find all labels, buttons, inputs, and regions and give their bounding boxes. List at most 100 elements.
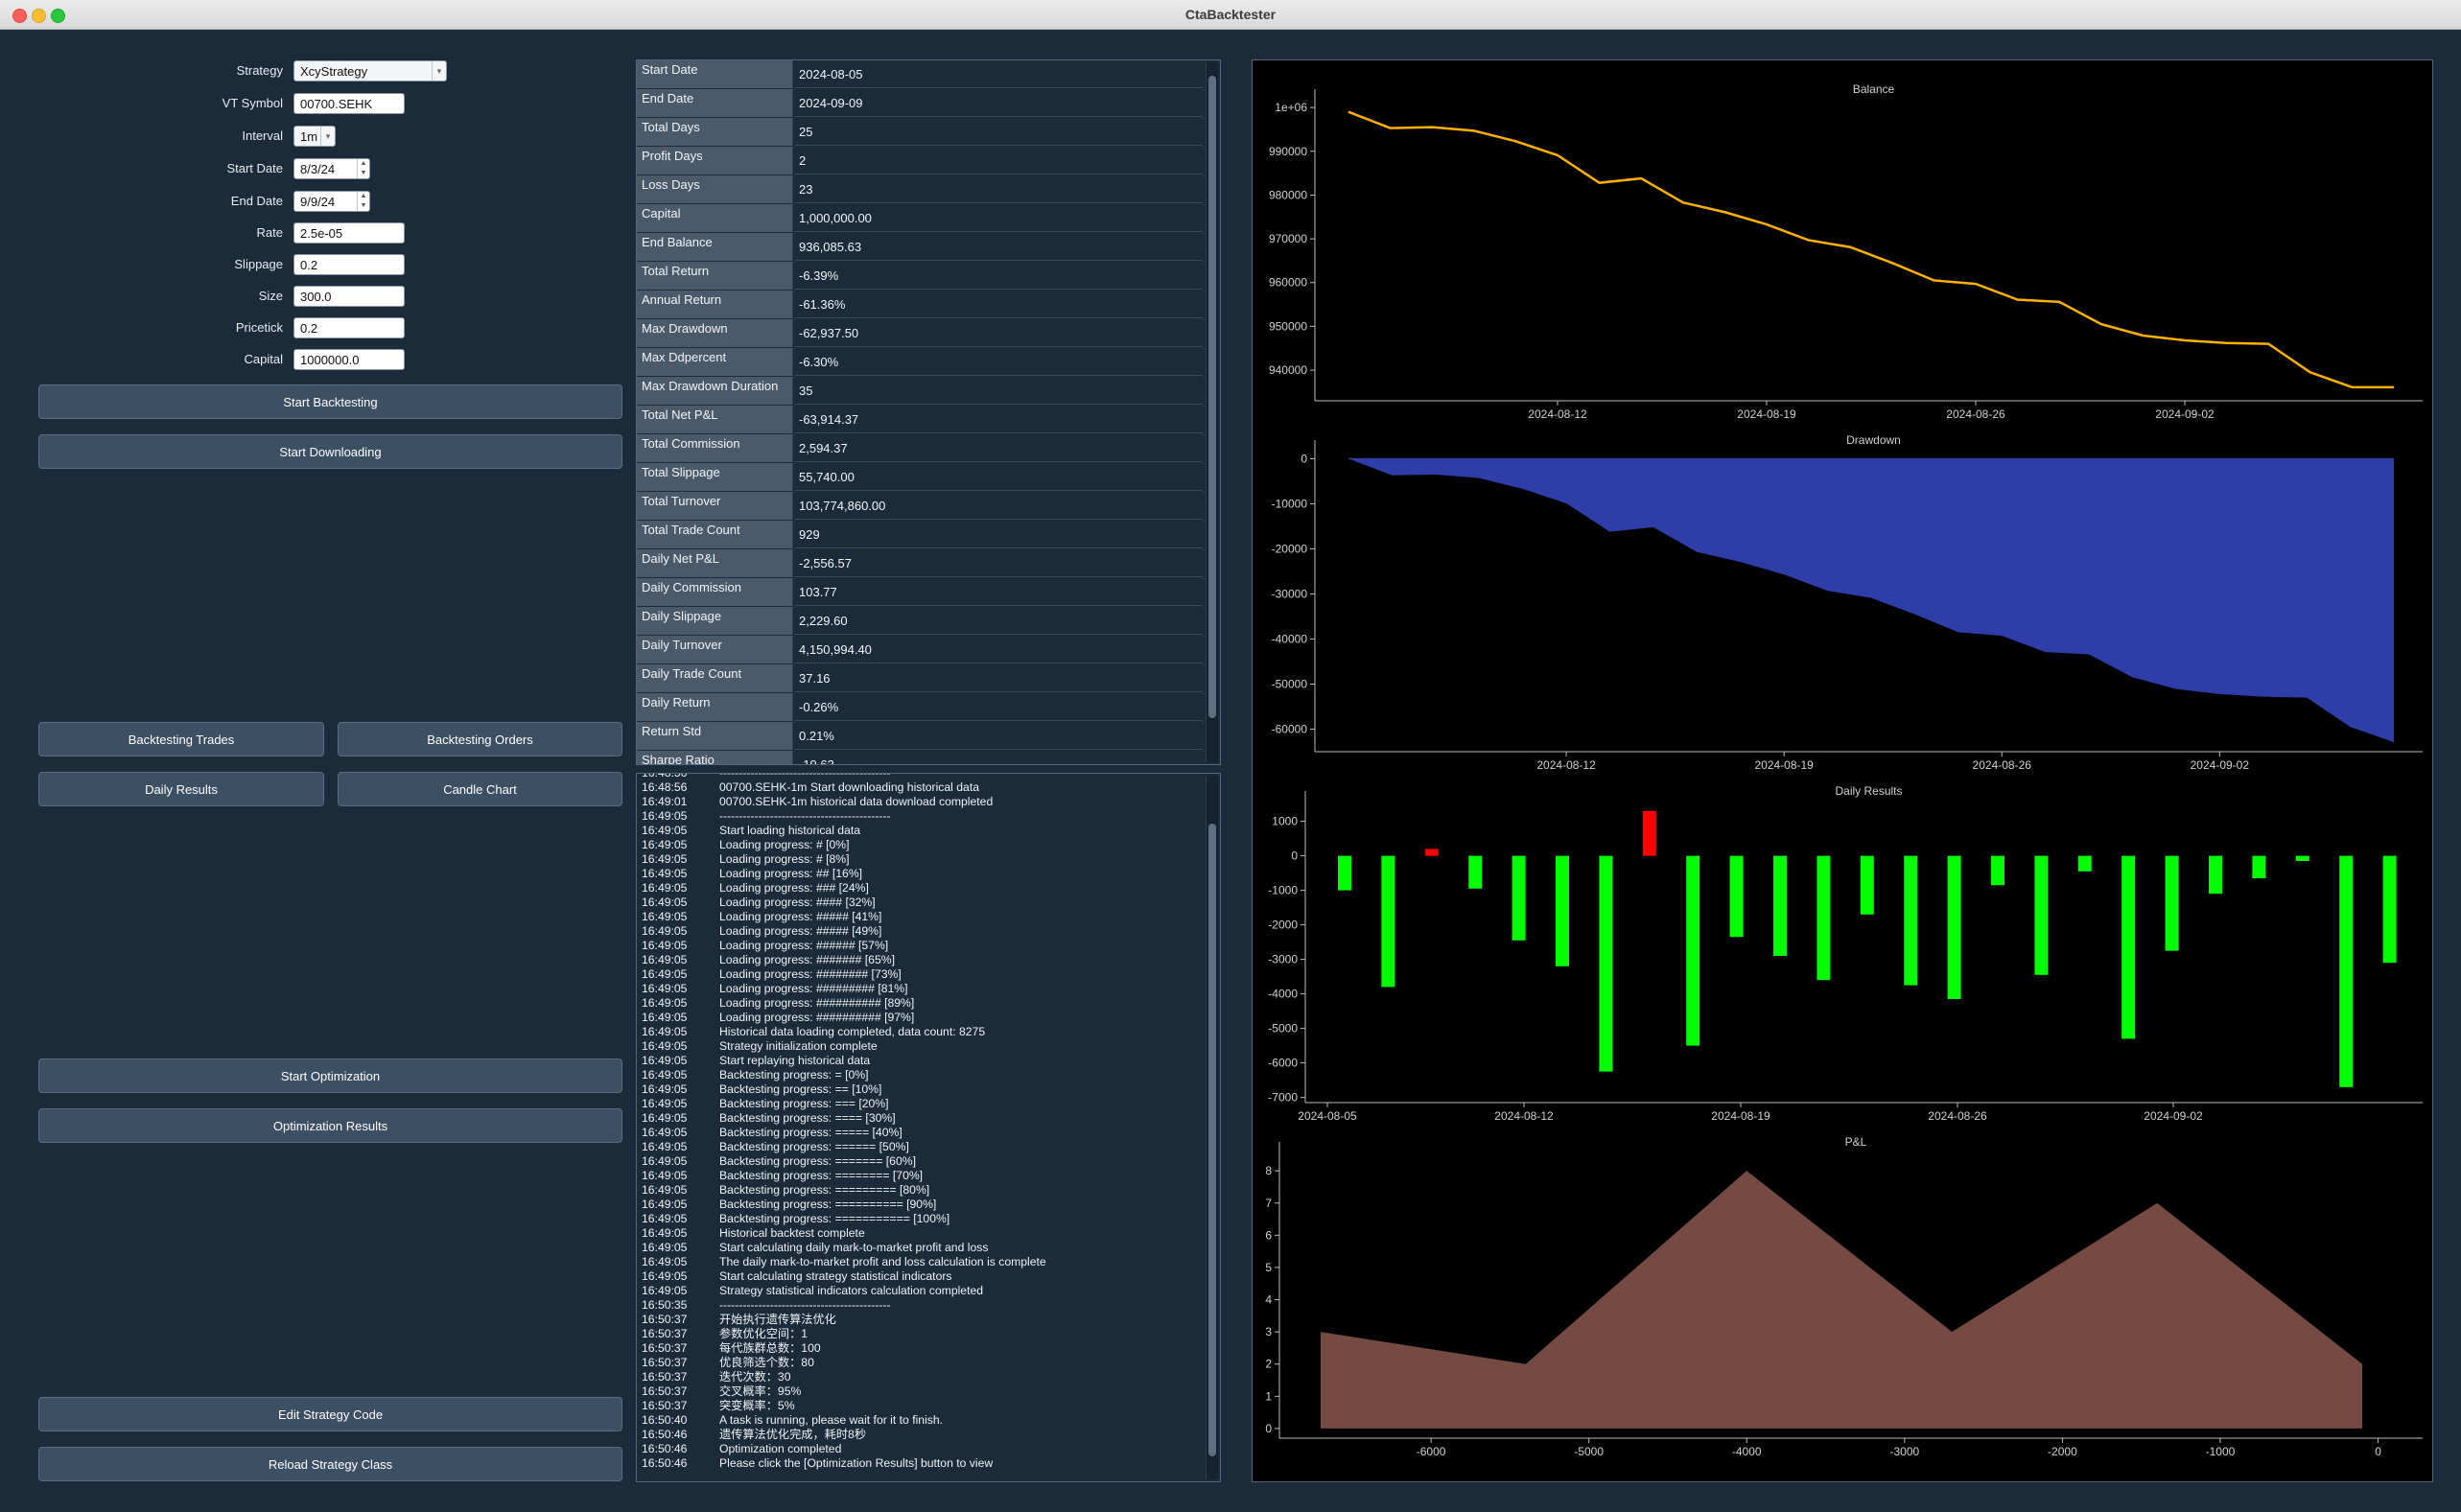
table-row[interactable]: Total Slippage 55,740.00 <box>637 463 1205 493</box>
log-message: ----------------------------------------… <box>719 809 891 823</box>
vt-symbol-input[interactable]: 00700.SEHK <box>293 93 405 114</box>
spin-arrows-icon[interactable]: ▲ ▼ <box>357 192 369 211</box>
start-downloading-button[interactable]: Start Downloading <box>38 434 622 469</box>
log-time: 16:49:05 <box>642 1255 688 1268</box>
table-row[interactable]: Capital 1,000,000.00 <box>637 204 1205 234</box>
interval-select[interactable]: 1m ▾ <box>293 126 336 147</box>
strategy-select[interactable]: XcyStrategy ▾ <box>293 60 447 81</box>
table-row[interactable]: Daily Turnover 4,150,994.40 <box>637 636 1205 665</box>
start-optimization-button[interactable]: Start Optimization <box>38 1058 622 1093</box>
table-row[interactable]: Daily Return -0.26% <box>637 693 1205 723</box>
log-message: ----------------------------------------… <box>719 773 891 779</box>
log-message: Backtesting progress: ====== [50%] <box>719 1140 909 1153</box>
table-row[interactable]: End Balance 936,085.63 <box>637 233 1205 263</box>
stat-value: 23 <box>795 175 1203 203</box>
slippage-input[interactable]: 0.2 <box>293 254 405 275</box>
reload-strategy-class-button[interactable]: Reload Strategy Class <box>38 1447 622 1481</box>
log-time: 16:50:35 <box>642 1298 688 1312</box>
table-row[interactable]: Return Std 0.21% <box>637 722 1205 752</box>
log-line: 16:50:37 参数优化空间：1 <box>642 1327 808 1341</box>
log-output[interactable]: 16:48:56 --------------------------------… <box>636 773 1221 1482</box>
log-line: 16:49:05 Backtesting progress: ====== [50… <box>642 1140 909 1154</box>
y-tick-label: -4000 <box>1268 988 1298 1001</box>
table-row[interactable]: Sharpe Ratio -19.63 <box>637 751 1205 764</box>
daily-results-button[interactable]: Daily Results <box>38 772 324 806</box>
x-tick-label: 2024-09-02 <box>2155 407 2215 421</box>
table-row[interactable]: Max Drawdown Duration 35 <box>637 377 1205 407</box>
table-row[interactable]: Daily Commission 103.77 <box>637 578 1205 608</box>
capital-input[interactable]: 1000000.0 <box>293 349 405 370</box>
pricetick-label: Pricetick <box>235 320 283 335</box>
table-row[interactable]: Total Days 25 <box>637 118 1205 148</box>
log-time: 16:49:05 <box>642 1269 688 1283</box>
statistics-scrollbar[interactable] <box>1206 62 1218 762</box>
table-row[interactable]: Max Ddpercent -6.30% <box>637 348 1205 378</box>
stat-key: Annual Return <box>637 291 793 318</box>
log-message: Loading progress: ####### [65%] <box>719 953 895 966</box>
candle-chart-button[interactable]: Candle Chart <box>338 772 622 806</box>
interval-label: Interval <box>242 128 283 143</box>
table-row[interactable]: Annual Return -61.36% <box>637 291 1205 320</box>
table-row[interactable]: Total Commission 2,594.37 <box>637 434 1205 464</box>
pricetick-input[interactable]: 0.2 <box>293 317 405 338</box>
table-row[interactable]: Total Turnover 103,774,860.00 <box>637 492 1205 522</box>
log-time: 16:49:05 <box>642 996 688 1010</box>
stat-value: 2,594.37 <box>795 434 1203 462</box>
log-message: Historical data loading completed, data … <box>719 1025 986 1038</box>
strategy-value: XcyStrategy <box>300 64 368 79</box>
stat-value: 0.21% <box>795 722 1203 750</box>
balance-point <box>2100 323 2102 325</box>
table-row[interactable]: Daily Trade Count 37.16 <box>637 664 1205 694</box>
backtesting-trades-button[interactable]: Backtesting Trades <box>38 722 324 756</box>
table-row[interactable]: Max Drawdown -62,937.50 <box>637 319 1205 349</box>
chevron-down-icon[interactable]: ▾ <box>320 127 335 146</box>
log-message: Loading progress: # [8%] <box>719 852 850 866</box>
table-row[interactable]: Daily Net P&L -2,556.57 <box>637 549 1205 579</box>
optimization-results-button[interactable]: Optimization Results <box>38 1108 622 1143</box>
table-row[interactable]: Total Return -6.39% <box>637 262 1205 291</box>
stat-value: -63,914.37 <box>795 406 1203 433</box>
log-time: 16:49:05 <box>642 838 688 851</box>
end-date-input[interactable]: 9/9/24 ▲ ▼ <box>293 191 370 212</box>
log-message: Loading progress: ##### [41%] <box>719 910 882 923</box>
stat-key: Daily Commission <box>637 578 793 606</box>
log-line: 16:49:05 Backtesting progress: ==== [30%] <box>642 1111 896 1126</box>
log-time: 16:50:46 <box>642 1442 688 1455</box>
log-time: 16:48:56 <box>642 780 688 794</box>
log-time: 16:49:05 <box>642 1126 688 1139</box>
stat-value: 103,774,860.00 <box>795 492 1203 520</box>
y-tick-label: 2 <box>1265 1358 1272 1371</box>
table-row[interactable]: Total Trade Count 929 <box>637 521 1205 550</box>
log-message: Optimization completed <box>719 1442 842 1455</box>
chart-title: Balance <box>1853 82 1895 96</box>
stat-key: Max Drawdown <box>637 319 793 347</box>
form-row-end-date: End Date 9/9/24 ▲ ▼ <box>0 189 633 214</box>
table-row[interactable]: Loss Days 23 <box>637 175 1205 205</box>
size-input[interactable]: 300.0 <box>293 286 405 307</box>
rate-input[interactable]: 2.5e-05 <box>293 222 405 244</box>
table-row[interactable]: Total Net P&L -63,914.37 <box>637 406 1205 435</box>
loss-bar <box>2077 855 2092 872</box>
log-time: 16:50:37 <box>642 1341 688 1355</box>
loss-bar <box>2165 855 2179 951</box>
table-row[interactable]: Daily Slippage 2,229.60 <box>637 607 1205 637</box>
chart-title: Daily Results <box>1835 784 1902 798</box>
log-time: 16:49:05 <box>642 967 688 981</box>
y-tick-label: 1 <box>1265 1389 1272 1403</box>
backtesting-orders-button[interactable]: Backtesting Orders <box>338 722 622 756</box>
table-row[interactable]: Profit Days 2 <box>637 147 1205 176</box>
table-row[interactable]: End Date 2024-09-09 <box>637 89 1205 119</box>
log-time: 16:50:37 <box>642 1384 688 1398</box>
log-line: 16:50:35 --------------------------------… <box>642 1298 891 1313</box>
log-scrollbar[interactable] <box>1206 776 1218 1479</box>
strategy-label: Strategy <box>236 63 283 78</box>
start-date-input[interactable]: 8/3/24 ▲ ▼ <box>293 158 370 179</box>
spin-arrows-icon[interactable]: ▲ ▼ <box>357 159 369 178</box>
edit-strategy-code-button[interactable]: Edit Strategy Code <box>38 1397 622 1431</box>
log-line: 16:48:56 00700.SEHK-1m Start downloading … <box>642 780 979 795</box>
table-row[interactable]: Start Date 2024-08-05 <box>637 60 1205 90</box>
chevron-down-icon[interactable]: ▾ <box>432 61 446 81</box>
size-value: 300.0 <box>300 290 332 304</box>
statistics-table[interactable]: Start Date 2024-08-05 End Date 2024-09-09 To… <box>636 59 1221 765</box>
start-backtesting-button[interactable]: Start Backtesting <box>38 384 622 419</box>
